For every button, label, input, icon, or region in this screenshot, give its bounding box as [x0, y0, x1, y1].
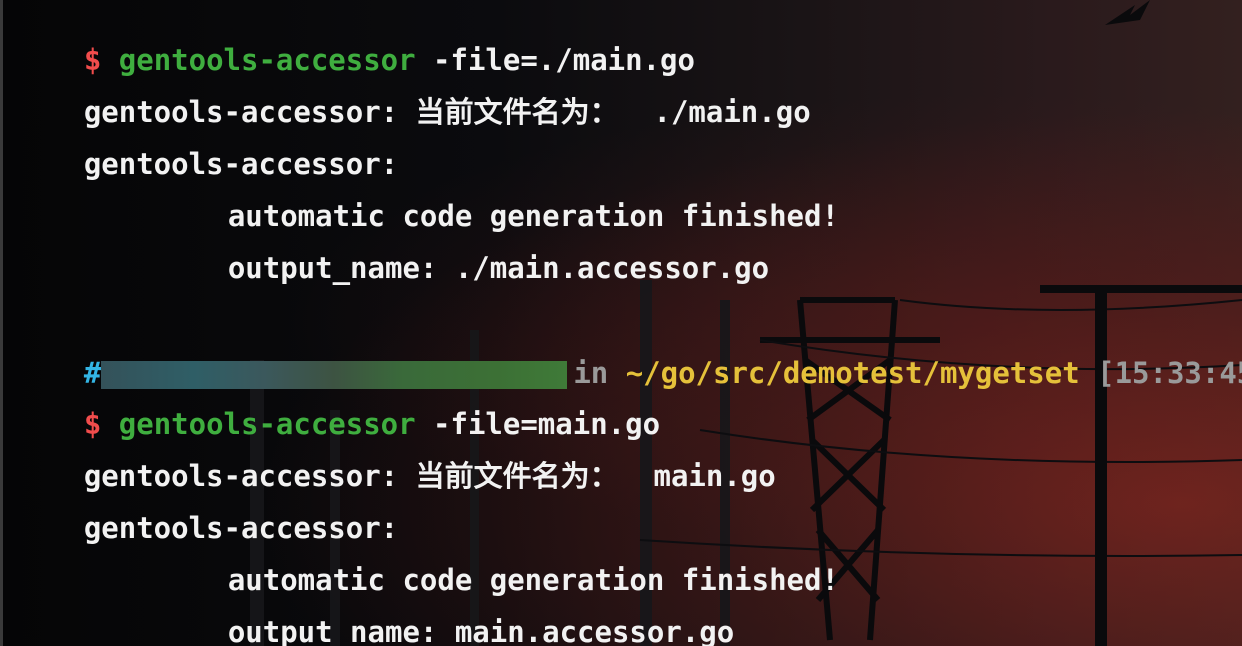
output-filename: main.go	[618, 459, 776, 493]
left-margin-bar	[0, 0, 3, 646]
output-line: gentools-accessor: 当前文件名为： main.go	[14, 425, 776, 493]
command-line-2[interactable]: $ gentools-accessor -file=main.go	[14, 373, 660, 441]
output-chinese-label: 当前文件名为：	[415, 95, 619, 129]
command-line-1[interactable]: $ gentools-accessor -file=./main.go	[14, 9, 695, 77]
output-line: output_name: ./main.accessor.go	[14, 217, 769, 285]
output-text: output_name: ./main.accessor.go	[227, 251, 770, 285]
terminal-window[interactable]: $ gentools-accessor -file=./main.go gent…	[0, 0, 1242, 646]
output-text: output_name: main.accessor.go	[227, 615, 735, 646]
output-line: gentools-accessor:	[14, 477, 398, 545]
output-line: automatic code generation finished!	[14, 165, 839, 233]
output-line: gentools-accessor: 当前文件名为： ./main.go	[14, 61, 811, 129]
output-line: output_name: main.accessor.go	[14, 581, 734, 646]
output-line: gentools-accessor:	[14, 113, 398, 181]
current-path: ~/go/src/demotest/mygetset	[625, 356, 1080, 390]
output-filename: ./main.go	[618, 95, 811, 129]
timestamp: [15:33:45]	[1097, 356, 1242, 390]
output-line: automatic code generation finished!	[14, 529, 839, 597]
output-chinese-label: 当前文件名为：	[415, 459, 619, 493]
prompt-info-line: #in ~/go/src/demotest/mygetset [15:33:45…	[14, 321, 1242, 390]
